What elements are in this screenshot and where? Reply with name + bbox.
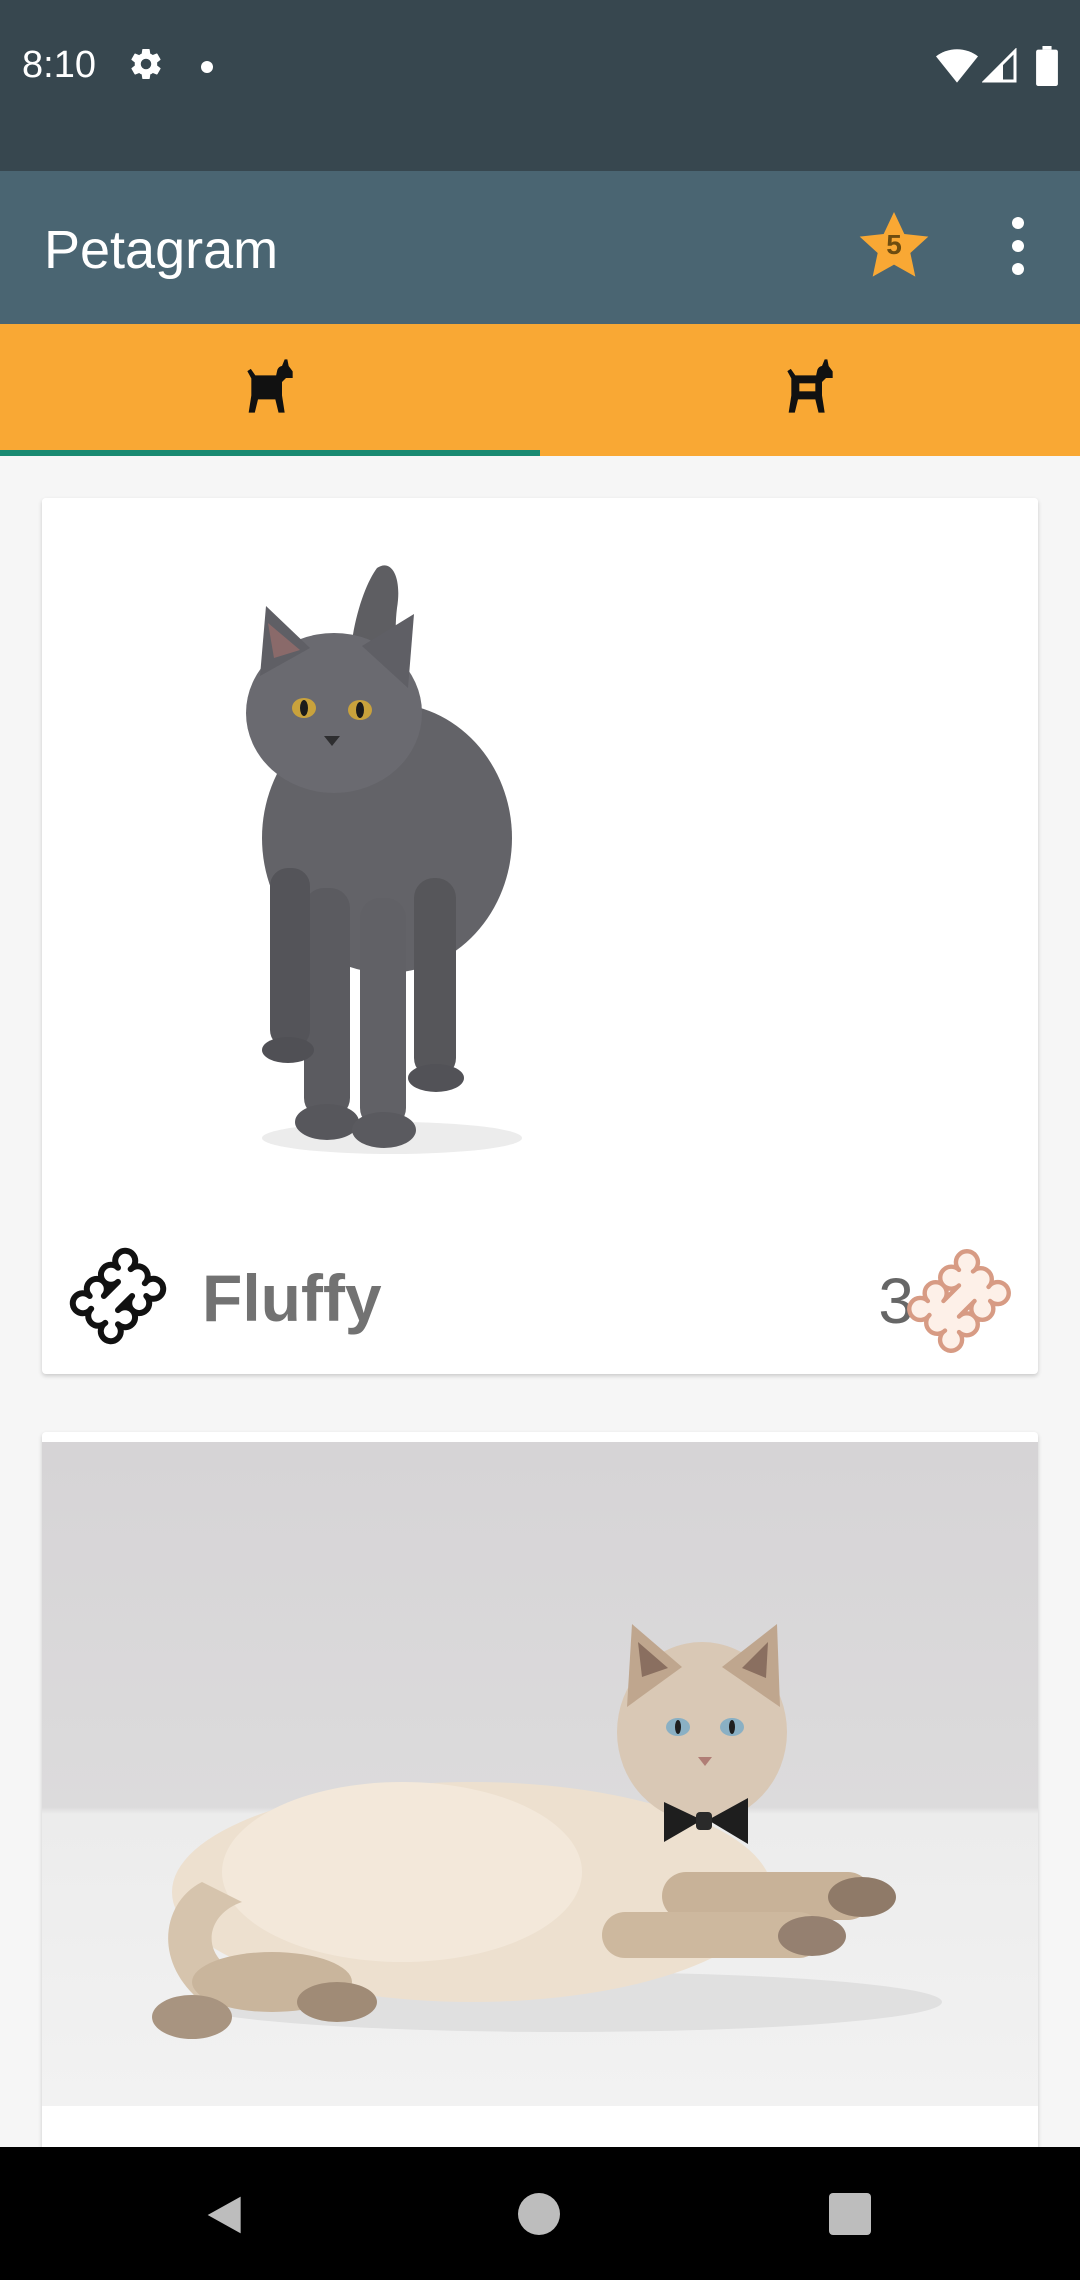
favorites-count: 5	[886, 229, 902, 260]
pet-name: Fluffy	[202, 1261, 382, 1335]
wifi-icon	[936, 49, 978, 83]
gear-icon	[131, 49, 161, 80]
pet-card[interactable]: Fluffy 3	[42, 498, 1038, 1374]
dog-house-icon	[787, 359, 833, 413]
pet-photo	[42, 1442, 1038, 2106]
tab-profile[interactable]	[540, 324, 1080, 456]
tab-bar	[0, 324, 1080, 456]
app-title: Petagram	[44, 220, 279, 280]
status-bar: 8:10	[0, 0, 1080, 171]
pet-card-footer: Fluffy 3	[42, 1208, 1038, 1374]
pet-card[interactable]	[42, 1432, 1038, 2152]
likes-count: 3	[878, 1265, 914, 1337]
favorites-button[interactable]: 5	[852, 207, 936, 287]
dog-icon	[247, 359, 293, 413]
signal-icon	[982, 48, 1017, 83]
back-icon[interactable]	[204, 2193, 248, 2237]
tab-pets[interactable]	[0, 324, 540, 456]
navigation-bar	[0, 2147, 1080, 2280]
app-bar: Petagram 5	[0, 171, 1080, 324]
bone-like-icon[interactable]	[68, 1246, 168, 1346]
notification-dot-icon	[201, 61, 213, 73]
bone-rating-icon	[907, 1249, 1011, 1353]
status-time: 8:10	[22, 44, 96, 86]
pet-photo	[42, 498, 1038, 1198]
recents-icon[interactable]	[829, 2193, 871, 2235]
home-icon[interactable]	[518, 2193, 560, 2235]
screen: 8:10 Petagram 5 Fluffy 3	[0, 0, 1080, 2280]
more-vert-icon	[1012, 217, 1024, 229]
battery-icon	[1036, 46, 1058, 86]
tab-indicator	[0, 450, 540, 456]
more-options-button[interactable]	[998, 211, 1038, 281]
